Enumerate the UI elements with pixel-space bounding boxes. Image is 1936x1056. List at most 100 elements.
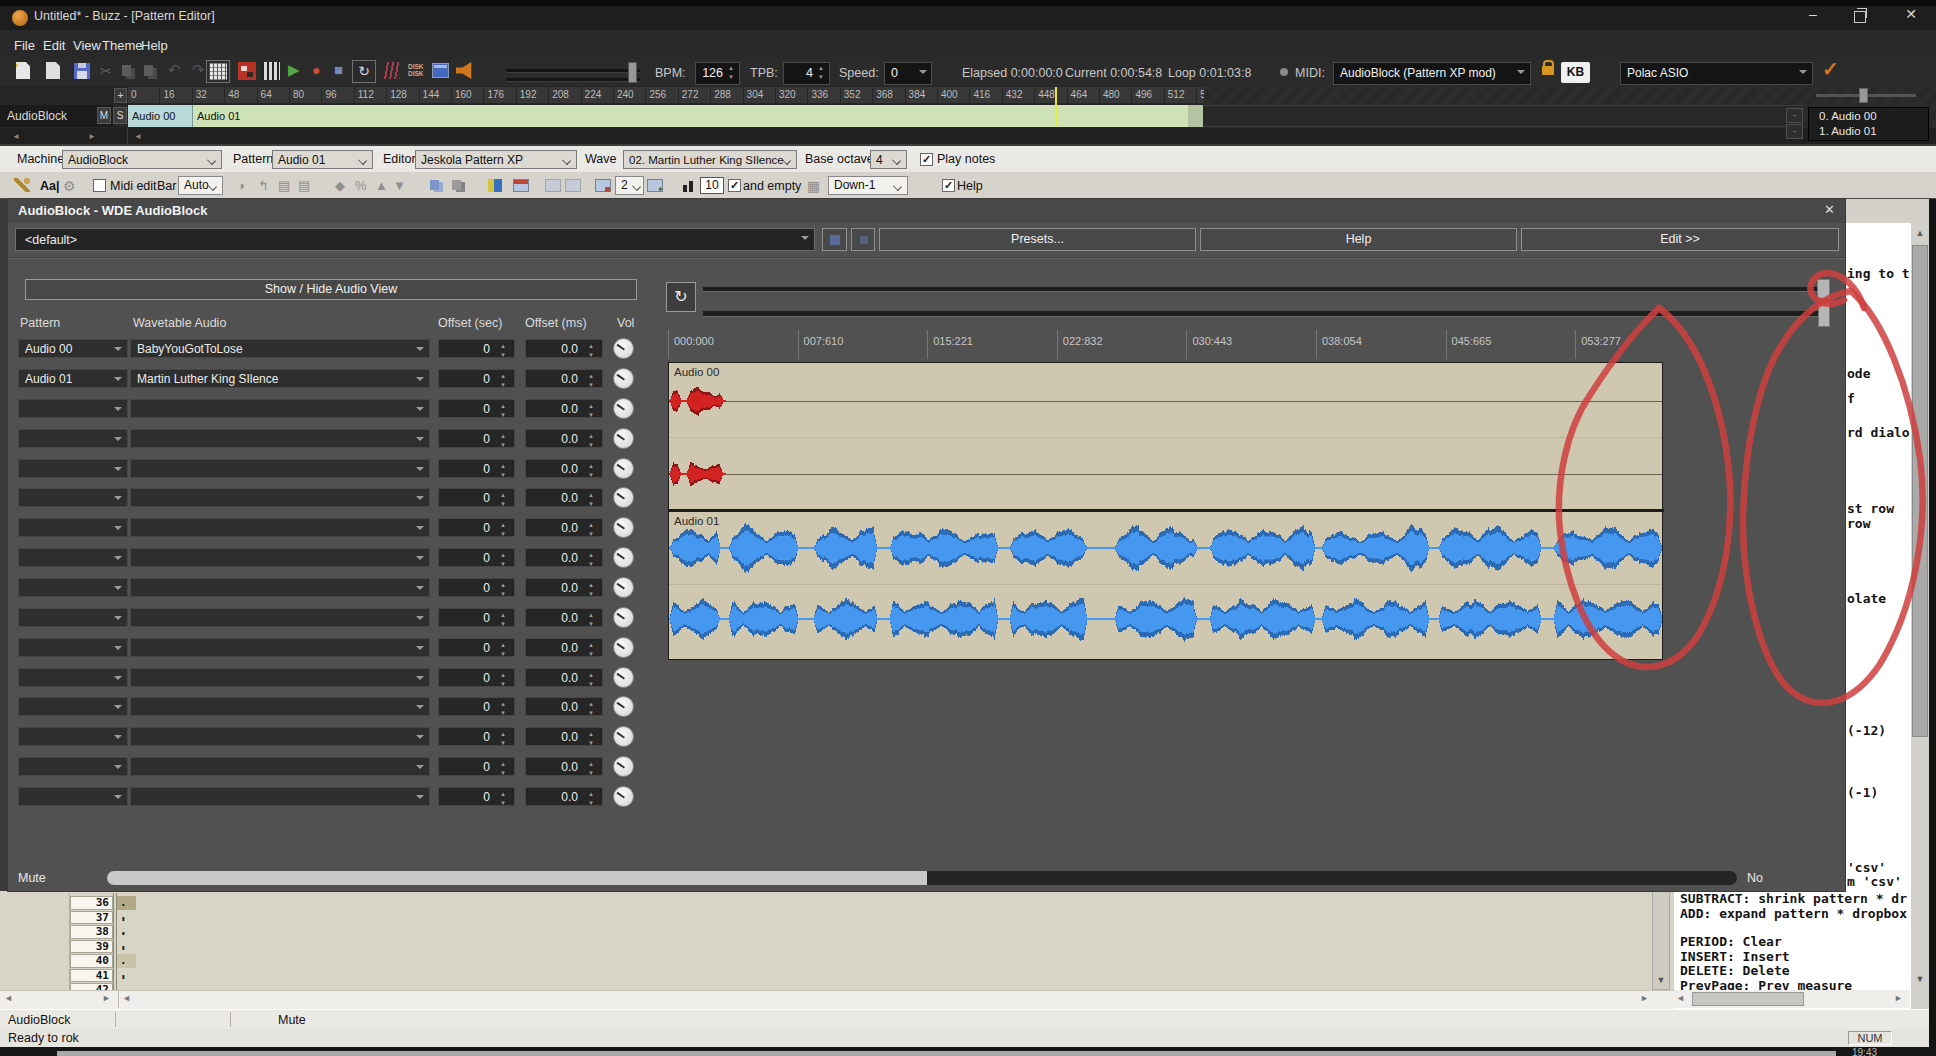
tool-icon-7[interactable]: ▲ (375, 178, 388, 193)
pattern-select-row5[interactable] (18, 488, 128, 507)
rows-input[interactable]: 10 (700, 177, 724, 194)
volume-slider-track-1[interactable] (506, 69, 640, 73)
wavetable-select-row14[interactable] (130, 757, 430, 776)
dialog-help-button[interactable]: Help (1200, 228, 1517, 251)
wavetable-select-row8[interactable] (130, 578, 430, 597)
offset-sec-input-row1[interactable]: 0▲▼ (438, 369, 515, 388)
and-empty-checkbox[interactable]: ✓ (728, 179, 741, 192)
zoom-slider-handle[interactable] (1859, 88, 1868, 103)
machine-select[interactable]: AudioBlock (62, 150, 222, 169)
offset-ms-input-row12[interactable]: 0.0▲▼ (525, 697, 603, 716)
wave-scroll-track-2[interactable] (703, 311, 1830, 317)
pattern-select-row2[interactable] (18, 399, 128, 418)
track-scroll-left-icon[interactable]: ◄ (134, 132, 142, 141)
volume-knob-row7[interactable] (613, 547, 634, 568)
preset-delete-button[interactable] (851, 228, 875, 251)
add-track-button[interactable]: + (114, 88, 127, 103)
open-file-icon[interactable] (46, 62, 60, 79)
loop-button[interactable]: ↻ (352, 60, 376, 83)
offset-sec-input-row14[interactable]: 0▲▼ (438, 757, 515, 776)
pattern-select-row10[interactable] (18, 638, 128, 657)
sequence-editor-icon[interactable] (262, 62, 280, 80)
menu-item-file[interactable]: File (14, 38, 35, 53)
wave-scroll-handle-2[interactable] (1818, 302, 1830, 327)
wave-select[interactable]: 02. Martin Luther King SIlence (623, 150, 797, 169)
save-icon[interactable] (74, 63, 90, 79)
tool-icon-3[interactable]: ▤ (278, 178, 290, 193)
tool-icon-10[interactable] (452, 180, 461, 190)
preset-save-button[interactable] (822, 228, 847, 251)
help-checkbox[interactable]: ✓ (942, 179, 955, 192)
pe-scroll-left-icon[interactable]: ◄ (4, 993, 13, 1003)
offset-sec-input-row13[interactable]: 0▲▼ (438, 727, 515, 746)
volume-slider-handle[interactable] (628, 62, 637, 83)
offset-sec-input-row3[interactable]: 0▲▼ (438, 429, 515, 448)
record-icon[interactable]: ● (312, 62, 320, 78)
table-icon-corner[interactable] (595, 179, 611, 192)
pattern-select-row8[interactable] (18, 578, 128, 597)
toggle-audio-view-button[interactable]: Show / Hide Audio View (25, 279, 637, 300)
font-icon[interactable]: Aa| (40, 179, 59, 193)
preset-select[interactable]: <default> (15, 228, 815, 251)
wavetable-select-row5[interactable] (130, 488, 430, 507)
kb-button[interactable]: KB (1561, 62, 1590, 83)
offset-sec-input-row9[interactable]: 0▲▼ (438, 608, 515, 627)
restore-button[interactable] (1854, 11, 1866, 23)
midi-edit-checkbox[interactable] (93, 179, 106, 192)
pattern-select[interactable]: Audio 01 (272, 150, 373, 169)
midi-select[interactable]: AudioBlock (Pattern XP mod) (1333, 62, 1531, 85)
volume-knob-row8[interactable] (613, 577, 634, 598)
volume-knob-row2[interactable] (613, 398, 634, 419)
volume-knob-row5[interactable] (613, 487, 634, 508)
editor-select[interactable]: Jeskola Pattern XP (415, 150, 577, 169)
pe-scroll-right-icon-2[interactable]: ► (1640, 993, 1649, 1003)
scroll-up-icon[interactable]: ▲ (1911, 223, 1929, 243)
wrench-icon[interactable] (14, 178, 30, 192)
pattern-select-row6[interactable] (18, 518, 128, 537)
pattern-select-row12[interactable] (18, 697, 128, 716)
volume-knob-row13[interactable] (613, 726, 634, 747)
pattern-select-row0[interactable]: Audio 00 (18, 339, 128, 358)
bpm-input[interactable]: 126▲▼ (695, 62, 740, 85)
wave-scroll-track-1[interactable] (703, 287, 1830, 292)
base-octave-select[interactable]: 4 (870, 150, 907, 169)
wavetable-list-item[interactable]: 1. Audio 01 (1819, 125, 1877, 137)
dialog-title-bar[interactable]: AudioBlock - WDE AudioBlock ✕ (8, 199, 1845, 223)
stop-icon[interactable]: ■ (334, 61, 343, 78)
wavetable-select-row6[interactable] (130, 518, 430, 537)
volume-knob-row4[interactable] (613, 458, 634, 479)
table-icon-faded-2[interactable] (565, 179, 581, 192)
offset-ms-input-row11[interactable]: 0.0▲▼ (525, 668, 603, 687)
wave-spinner-up[interactable]: - (1786, 108, 1803, 123)
cut-icon[interactable]: ✂ (100, 63, 112, 79)
wavetable-list[interactable]: 0. Audio 00 1. Audio 01 (1808, 107, 1929, 141)
table-icon-faded-1[interactable] (545, 179, 561, 192)
volume-slider-track-2[interactable] (506, 78, 640, 82)
speaker-icon[interactable] (456, 62, 473, 79)
presets-button[interactable]: Presets... (879, 228, 1196, 251)
offset-sec-input-row7[interactable]: 0▲▼ (438, 548, 515, 567)
menu-item-view[interactable]: View (73, 38, 101, 53)
volume-knob-row14[interactable] (613, 756, 634, 777)
mute-slider-filled[interactable] (107, 871, 927, 885)
volume-knob-row15[interactable] (613, 786, 634, 807)
offset-sec-input-row8[interactable]: 0▲▼ (438, 578, 515, 597)
tool-icon-4[interactable]: ▤ (298, 178, 310, 193)
wavetable-select-row7[interactable] (130, 548, 430, 567)
offset-ms-input-row13[interactable]: 0.0▲▼ (525, 727, 603, 746)
editor-window-icon[interactable] (432, 63, 449, 78)
lock-icon[interactable] (1542, 66, 1554, 75)
wavetable-select-row10[interactable] (130, 638, 430, 657)
tool-icon-6[interactable]: % (355, 178, 367, 193)
help-scroll-left-icon[interactable]: ◄ (1676, 993, 1685, 1003)
wavetable-select-row4[interactable] (130, 459, 430, 478)
close-button[interactable]: ✕ (1896, 6, 1926, 22)
tpb-input[interactable]: 4▲▼ (783, 62, 830, 85)
audio-driver-select[interactable]: Polac ASIO (1620, 62, 1813, 85)
pe-scroll-right-icon[interactable]: ► (102, 993, 111, 1003)
edit-button[interactable]: Edit >> (1521, 228, 1839, 251)
volume-knob-row11[interactable] (613, 667, 634, 688)
menu-item-edit[interactable]: Edit (43, 38, 65, 53)
pattern-editor-view-button[interactable] (206, 60, 230, 83)
track-solo-button[interactable]: S (113, 107, 127, 124)
